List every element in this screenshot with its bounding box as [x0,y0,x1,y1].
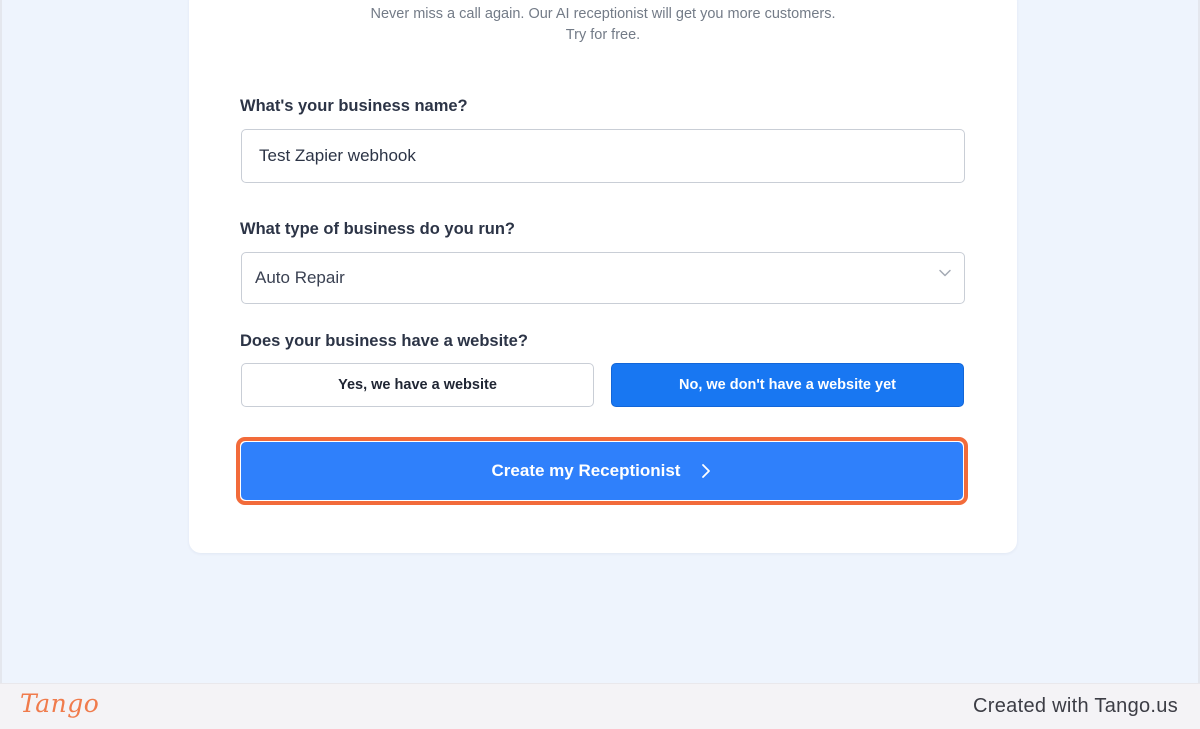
business-type-value: Auto Repair [255,268,345,287]
business-type-label: What type of business do you run? [240,220,516,238]
create-receptionist-button[interactable]: Create my Receptionist [241,442,963,500]
website-question-label: Does your business have a website? [240,332,528,350]
business-type-select[interactable]: Auto Repair [241,252,965,304]
no-website-button[interactable]: No, we don't have a website yet [611,363,964,407]
business-name-label: What's your business name? [240,97,468,115]
chevron-down-icon [939,269,951,277]
chevron-right-icon [702,464,711,478]
page-background: Never miss a call again. Our AI receptio… [0,0,1200,683]
business-name-input[interactable] [241,129,965,183]
subtitle-line-2: Try for free. [565,27,641,43]
tango-footer: Tango Created with Tango.us [0,683,1200,729]
has-website-button[interactable]: Yes, we have a website [241,363,594,407]
create-receptionist-label: Create my Receptionist [491,461,681,480]
tango-logo[interactable]: Tango [20,689,99,718]
subtitle-line-1: Never miss a call again. Our AI receptio… [370,6,836,22]
tango-credit-text: Created with Tango.us [973,695,1178,717]
signup-card: Never miss a call again. Our AI receptio… [189,0,1017,553]
